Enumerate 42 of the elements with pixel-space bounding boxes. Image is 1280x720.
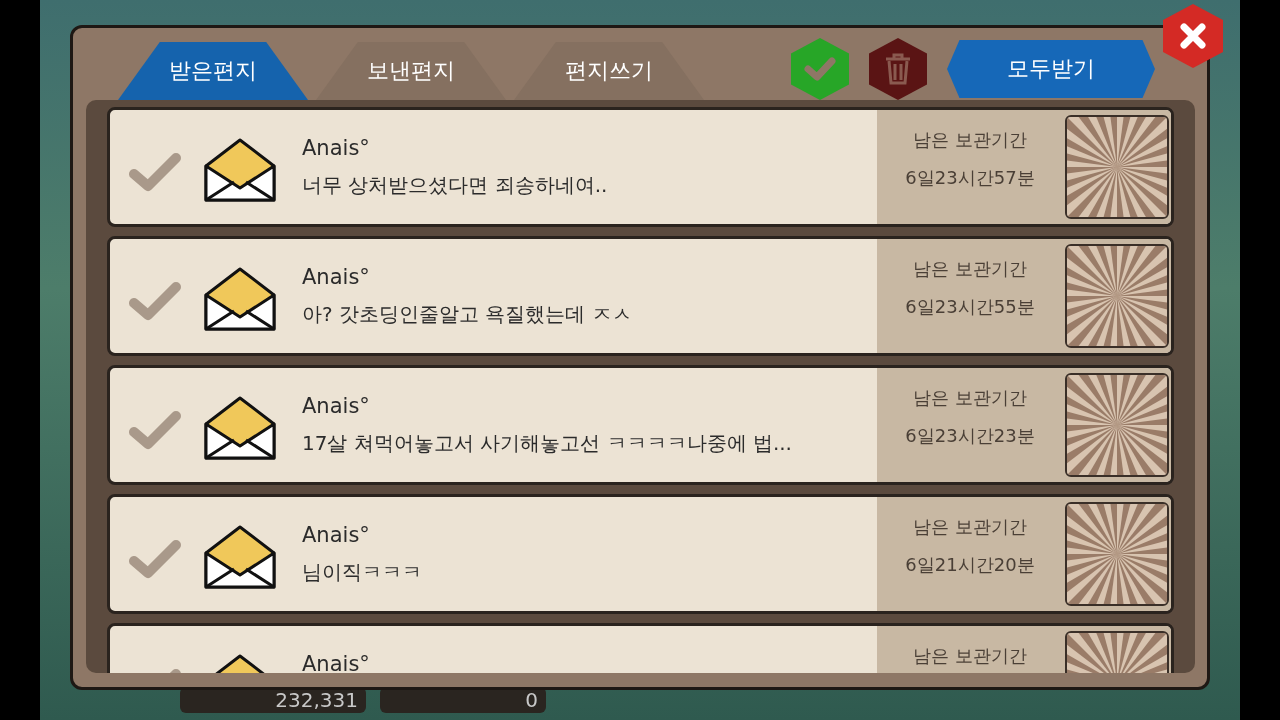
coin-amount: 232,331 bbox=[275, 688, 358, 712]
mailbox-tab[interactable]: 보낸편지 bbox=[316, 42, 506, 100]
sender-name: Anais° bbox=[302, 523, 371, 547]
checkmark-icon[interactable] bbox=[128, 150, 182, 194]
envelope-icon bbox=[202, 265, 278, 333]
retention-label: 남은 보관기간 bbox=[913, 515, 1027, 539]
mail-row[interactable]: Anais° 너무 상처받으셨다면 죄송하네여.. 남은 보관기간 6일23시간57분 bbox=[107, 107, 1174, 227]
mailbox-tab[interactable]: 받은편지 bbox=[118, 42, 308, 100]
remaining-time: 6일23시간55분 bbox=[905, 295, 1035, 319]
envelope-icon bbox=[202, 523, 278, 591]
remaining-time: 6일23시간23분 bbox=[905, 424, 1035, 448]
mail-row[interactable]: Anais° 아? 갓초딩인줄알고 욕질했는데 ㅈㅅ 남은 보관기간 6일23시간55분 bbox=[107, 236, 1174, 356]
sender-name: Anais° bbox=[302, 652, 370, 673]
remaining-time: 6일23시간57분 bbox=[905, 166, 1035, 190]
mailbox-tab[interactable]: 편지쓰기 bbox=[514, 42, 704, 100]
retention-label: 남은 보관기간 bbox=[913, 386, 1027, 410]
envelope-icon bbox=[202, 136, 278, 204]
select-all-button[interactable] bbox=[791, 38, 849, 100]
trash-icon bbox=[883, 52, 913, 86]
mail-message: 너무 상처받으셨다면 죄송하네여.. bbox=[302, 172, 608, 199]
sender-name: Anais° bbox=[302, 394, 371, 418]
mail-message: 17살 쳐먹어놓고서 사기해놓고선 ㅋㅋㅋㅋ나중에 법... bbox=[302, 430, 792, 457]
mail-message: 님이직ㅋㅋㅋ bbox=[302, 559, 422, 586]
checkmark-icon[interactable] bbox=[128, 408, 182, 452]
mail-message: 아? 갓초딩인줄알고 욕질했는데 ㅈㅅ bbox=[302, 301, 632, 328]
remaining-time: 6일21시간20분 bbox=[905, 553, 1035, 577]
mail-row[interactable]: Anais° 남은 보관기간 bbox=[107, 623, 1174, 673]
claim-all-button[interactable]: 모두받기 bbox=[947, 40, 1155, 98]
close-icon bbox=[1178, 21, 1208, 51]
sender-name: Anais° bbox=[302, 136, 371, 160]
mail-row[interactable]: Anais° 17살 쳐먹어놓고서 사기해놓고선 ㅋㅋㅋㅋ나중에 법... 남은 보관기간 6일23시간23분 bbox=[107, 365, 1174, 485]
checkmark-icon bbox=[803, 55, 837, 83]
envelope-icon bbox=[202, 394, 278, 462]
retention-label: 남은 보관기간 bbox=[913, 257, 1027, 281]
sender-name: Anais° bbox=[302, 265, 371, 289]
retention-label: 남은 보관기간 bbox=[913, 128, 1027, 152]
retention-label: 남은 보관기간 bbox=[913, 644, 1027, 668]
gem-amount: 0 bbox=[525, 688, 538, 712]
delete-button[interactable] bbox=[869, 38, 927, 100]
checkmark-icon[interactable] bbox=[128, 537, 182, 581]
mail-row[interactable]: Anais° 님이직ㅋㅋㅋ 남은 보관기간 6일21시간20분 bbox=[107, 494, 1174, 614]
checkmark-icon[interactable] bbox=[128, 279, 182, 323]
